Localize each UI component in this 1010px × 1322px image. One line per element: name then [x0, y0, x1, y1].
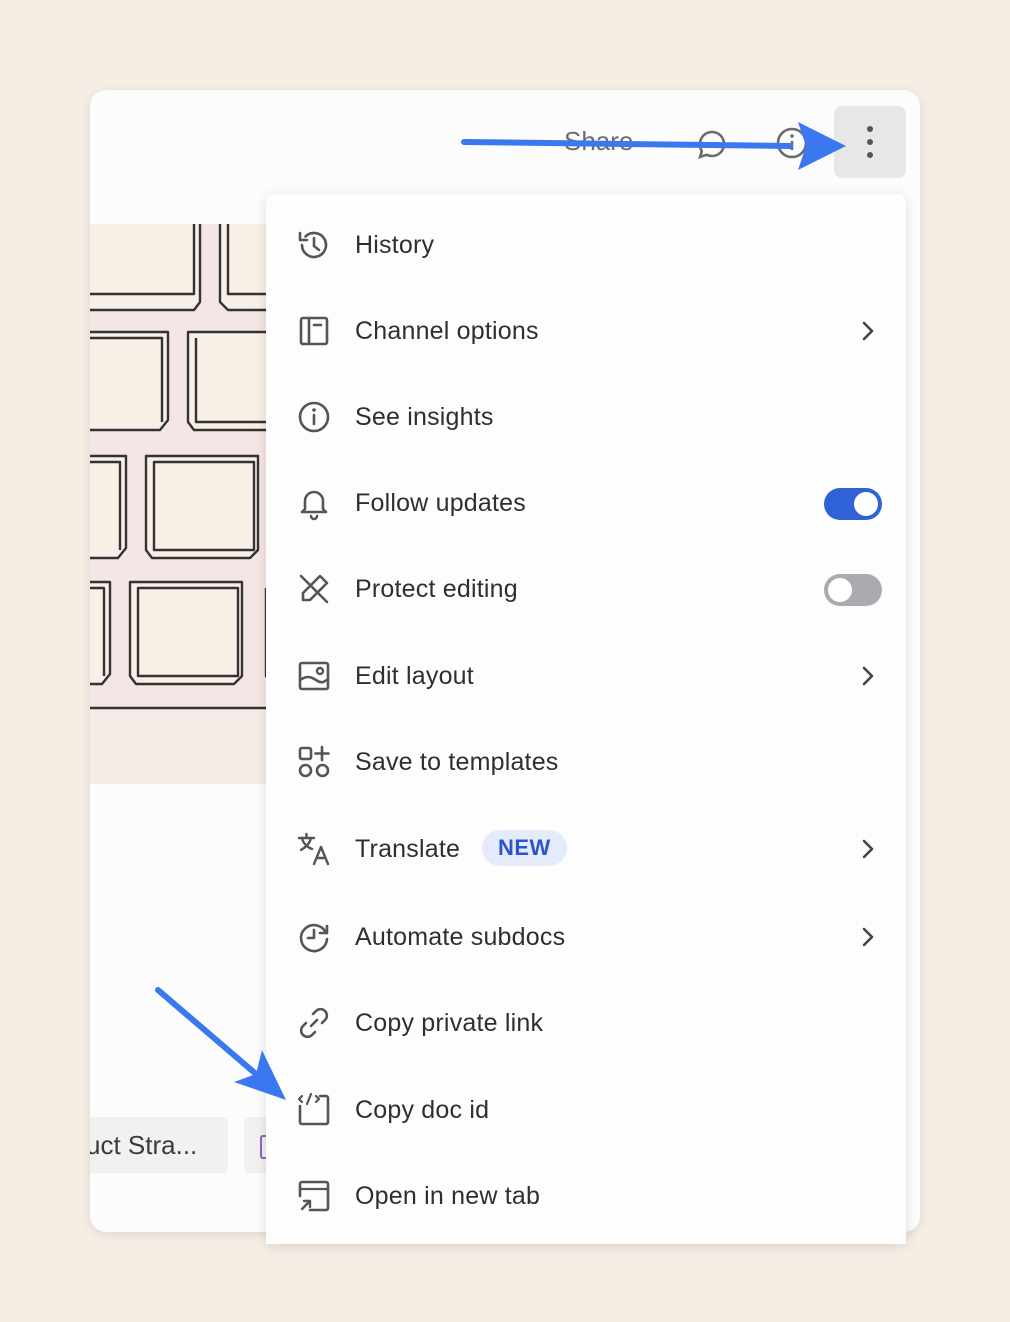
menu-item-label: Save to templates [355, 748, 559, 776]
menu-item-automate-subdocs[interactable]: Automate subdocs [266, 894, 906, 980]
image-layout-icon [298, 661, 330, 691]
translate-icon [297, 832, 330, 866]
chevron-right-icon [862, 839, 874, 859]
follow-updates-toggle[interactable] [824, 488, 882, 520]
menu-item-save-to-templates[interactable]: Save to templates [266, 719, 906, 805]
menu-item-copy-doc-id[interactable]: Copy doc id [266, 1067, 906, 1153]
menu-item-channel-options[interactable]: Channel options [266, 288, 906, 374]
menu-item-open-in-new-tab[interactable]: Open in new tab [266, 1153, 906, 1239]
menu-item-label: History [355, 231, 435, 259]
history-icon [298, 231, 328, 259]
bell-icon [300, 490, 328, 521]
pencil-off-icon [299, 574, 329, 604]
protect-editing-toggle[interactable] [824, 574, 882, 606]
chevron-right-icon [862, 321, 874, 341]
menu-item-label: Edit layout [355, 662, 474, 690]
more-options-button[interactable] [834, 106, 906, 178]
menu-item-label: Copy doc id [355, 1096, 490, 1124]
more-options-menu: History Channel options See insights Fol… [266, 194, 906, 1244]
info-circle-icon [298, 401, 330, 433]
chevron-right-icon [862, 927, 874, 947]
more-dots-icon [867, 126, 873, 132]
menu-item-label: Automate subdocs [355, 923, 566, 951]
cover-image [90, 224, 280, 784]
menu-item-label: Follow updates [355, 489, 526, 517]
new-badge: NEW [482, 830, 567, 866]
menu-item-follow-updates[interactable]: Follow updates [266, 460, 906, 546]
menu-item-label: Channel options [355, 317, 539, 345]
menu-item-label: Open in new tab [355, 1182, 541, 1210]
info-icon[interactable] [774, 124, 810, 162]
menu-item-label: Protect editing [355, 575, 518, 603]
menu-item-protect-editing[interactable]: Protect editing [266, 546, 906, 632]
linked-doc-chip-label: uct Stra... [90, 1130, 198, 1160]
menu-item-label: See insights [355, 403, 494, 431]
comment-icon[interactable] [694, 126, 730, 162]
layout-sidebar-icon [299, 316, 329, 346]
chevron-right-icon [862, 666, 874, 686]
code-doc-icon [297, 1092, 330, 1126]
menu-item-edit-layout[interactable]: Edit layout [266, 633, 906, 719]
menu-item-label: Translate [355, 835, 461, 863]
clock-refresh-icon [299, 923, 329, 953]
menu-item-label: Copy private link [355, 1009, 544, 1037]
menu-item-see-insights[interactable]: See insights [266, 374, 906, 460]
link-icon [299, 1007, 329, 1039]
menu-item-history[interactable]: History [266, 202, 906, 288]
sketch-grid-illustration [90, 224, 280, 710]
shapes-plus-icon [298, 745, 330, 778]
menu-item-copy-private-link[interactable]: Copy private link [266, 980, 906, 1066]
menu-item-translate[interactable]: Translate NEW [266, 806, 906, 892]
share-button[interactable]: Share [564, 126, 633, 157]
linked-doc-chip[interactable]: uct Stra... [90, 1117, 228, 1173]
open-new-tab-icon [298, 1180, 330, 1212]
